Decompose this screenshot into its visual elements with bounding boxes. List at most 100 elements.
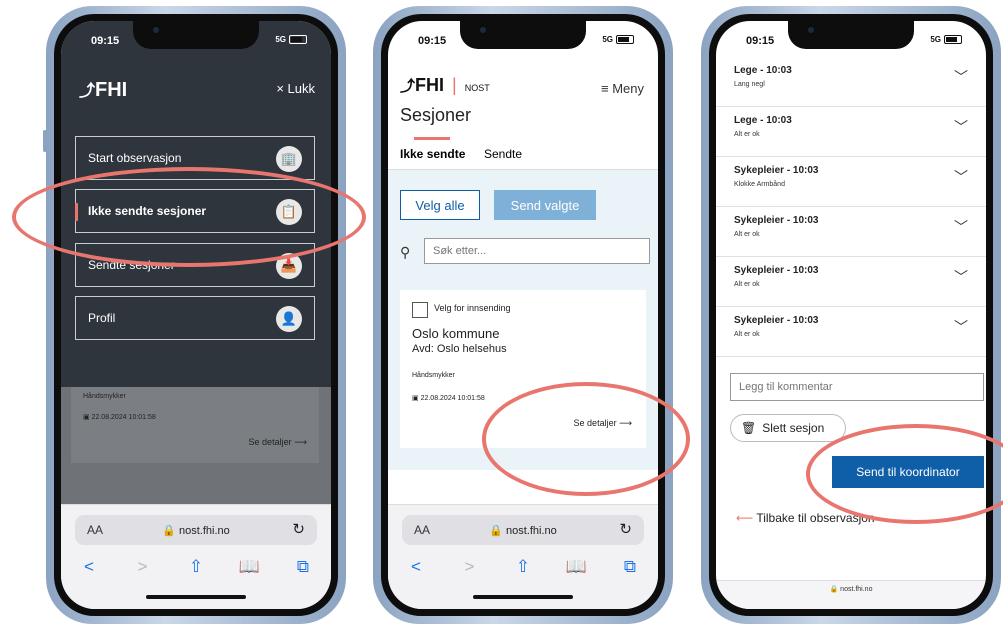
bookmarks-icon[interactable]: 📖 [232,557,268,577]
chevron-down-icon[interactable]: ﹀ [954,67,968,87]
safari-nav-row: < > ⇧ 📖 ⧉ [398,557,648,577]
search-icon: ⚲ [400,244,411,260]
background-card: Håndsmykker ▣ 22.08.2024 10:01:58 Se det… [71,387,319,463]
observation-row[interactable]: Lege - 10:03 Alt er ok ﹀ [716,107,986,157]
address-bar[interactable]: AA 🔒 nost.fhi.no ↻ [75,515,317,545]
row-subtitle: Alt er ok [734,281,760,288]
battery-icon [289,35,307,44]
back-icon[interactable]: < [398,557,434,577]
fhi-logo: ⤴FHI [79,77,127,102]
tab-sendte[interactable]: Sendte [484,147,522,161]
lock-icon: 🔒 [162,525,176,537]
row-subtitle: Klokke Armbånd [734,181,785,188]
forward-icon[interactable]: > [125,557,161,577]
status-time: 09:15 [418,35,447,47]
chevron-down-icon[interactable]: ﹀ [954,267,968,287]
reload-icon[interactable]: ↻ [619,520,632,538]
menu-button[interactable]: ≡ Meny [601,81,644,96]
fhi-logo-text: FHI [415,75,445,95]
row-title: Sykepleier - 10:03 [734,165,819,176]
chevron-down-icon[interactable]: ﹀ [954,217,968,237]
camera [808,27,814,33]
row-subtitle: Lang negl [734,81,765,88]
comment-input[interactable] [730,373,984,401]
calendar-icon: ▣ [83,414,90,421]
session-tabs: Ikke sendte Sendte [388,137,658,170]
row-title: Lege - 10:03 [734,115,792,126]
bookmarks-icon[interactable]: 📖 [559,557,595,577]
fhi-logo-mark-icon: ⤴ [79,83,96,100]
active-tab-indicator [414,137,450,140]
signal-label: 5G [930,35,941,44]
menu-item-label: Profil [88,311,116,325]
menu-item-label: Start observasjon [88,151,182,165]
signal-label: 5G [602,35,613,44]
bottom-url-bar: 🔒 nost.fhi.no [716,580,986,609]
background-details-link: Se detaljer ⟶ [249,437,307,448]
phone-bezel: 09:15 5G ⤴FHI | NOST ≡ Meny Sesjoner Ikk… [381,14,665,616]
chevron-down-icon[interactable]: ﹀ [954,117,968,137]
observation-row[interactable]: Sykepleier - 10:03 Alt er ok ﹀ [716,257,986,307]
notch [788,21,914,49]
phone-bezel: 09:15 5G Lege - 10:03 Lang negl ﹀ Lege - 1… [709,14,993,616]
url-label: nost.fhi.no [840,586,873,593]
status-time: 09:15 [746,35,775,47]
notch [460,21,586,49]
status-time: 09:15 [91,35,120,47]
observation-row[interactable]: Lege - 10:03 Lang negl ﹀ [716,57,986,107]
phone-screen-1: 09:15 5G ⤴FHI × Lukk Start observasjon 🏢… [61,21,331,609]
submit-checkbox[interactable] [412,302,428,318]
observation-row[interactable]: Sykepleier - 10:03 Klokke Armbånd ﹀ [716,157,986,207]
send-selected-button[interactable]: Send valgte [494,190,596,220]
url-label: nost.fhi.no [506,525,557,537]
fhi-logo-text: FHI [95,79,128,101]
phone-frame-1: 09:15 5G ⤴FHI × Lukk Start observasjon 🏢… [43,6,346,624]
card-org: Oslo kommune [412,326,500,341]
chevron-down-icon[interactable]: ﹀ [954,167,968,187]
home-indicator [473,595,573,599]
menu-label: Meny [612,81,644,96]
menu-item-profil[interactable]: Profil 👤 [75,296,315,340]
tab-ikke-sendte[interactable]: Ikke sendte [400,147,465,161]
dimmed-page-background: Håndsmykker ▣ 22.08.2024 10:01:58 Se det… [61,387,331,505]
phone-side-button [43,130,47,152]
share-icon[interactable]: ⇧ [178,557,214,577]
home-indicator [146,595,246,599]
share-icon[interactable]: ⇧ [505,557,541,577]
observation-row[interactable]: Sykepleier - 10:03 Alt er ok ﹀ [716,307,986,357]
url-text: 🔒 nost.fhi.no [75,524,317,537]
lock-icon: 🔒 [829,586,839,593]
camera [480,27,486,33]
back-icon[interactable]: < [71,557,107,577]
arrow-left-icon: ⟵ [736,511,754,525]
observation-row[interactable]: Sykepleier - 10:03 Alt er ok ﹀ [716,207,986,257]
delete-session-button[interactable]: 🗑 Slett sesjon [730,414,846,442]
safari-toolbar: AA 🔒 nost.fhi.no ↻ < > ⇧ 📖 ⧉ [388,504,658,609]
address-bar[interactable]: AA 🔒 nost.fhi.no ↻ [402,515,644,545]
search-input[interactable] [424,238,650,264]
tabs-icon[interactable]: ⧉ [285,557,321,577]
safari-nav-row: < > ⇧ 📖 ⧉ [71,557,321,577]
checkbox-label: Velg for innsending [434,303,511,313]
signal-label: 5G [275,35,286,44]
details-label: Se detaljer [248,437,292,447]
battery-icon [944,35,962,44]
row-title: Lege - 10:03 [734,65,792,76]
row-title: Sykepleier - 10:03 [734,315,819,326]
tabs-icon[interactable]: ⧉ [612,557,648,577]
forward-icon[interactable]: > [452,557,488,577]
trash-icon: 🗑 [741,421,757,435]
background-item-label: Håndsmykker [83,393,126,400]
select-all-button[interactable]: Velg alle [400,190,480,220]
signal-indicator: 5G [275,35,307,44]
safari-toolbar: AA 🔒 nost.fhi.no ↻ < > ⇧ 📖 ⧉ [61,504,331,609]
reload-icon[interactable]: ↻ [292,520,305,538]
card-item: Håndsmykker [412,372,455,379]
card-date-text: 22.08.2024 10:01:58 [420,395,485,402]
signal-indicator: 5G [602,35,634,44]
close-menu-button[interactable]: × Lukk [276,81,315,96]
card-dept: Avd: Oslo helsehus [412,343,507,355]
row-title: Sykepleier - 10:03 [734,215,819,226]
chevron-down-icon[interactable]: ﹀ [954,317,968,337]
url-text: 🔒 nost.fhi.no [402,524,644,537]
